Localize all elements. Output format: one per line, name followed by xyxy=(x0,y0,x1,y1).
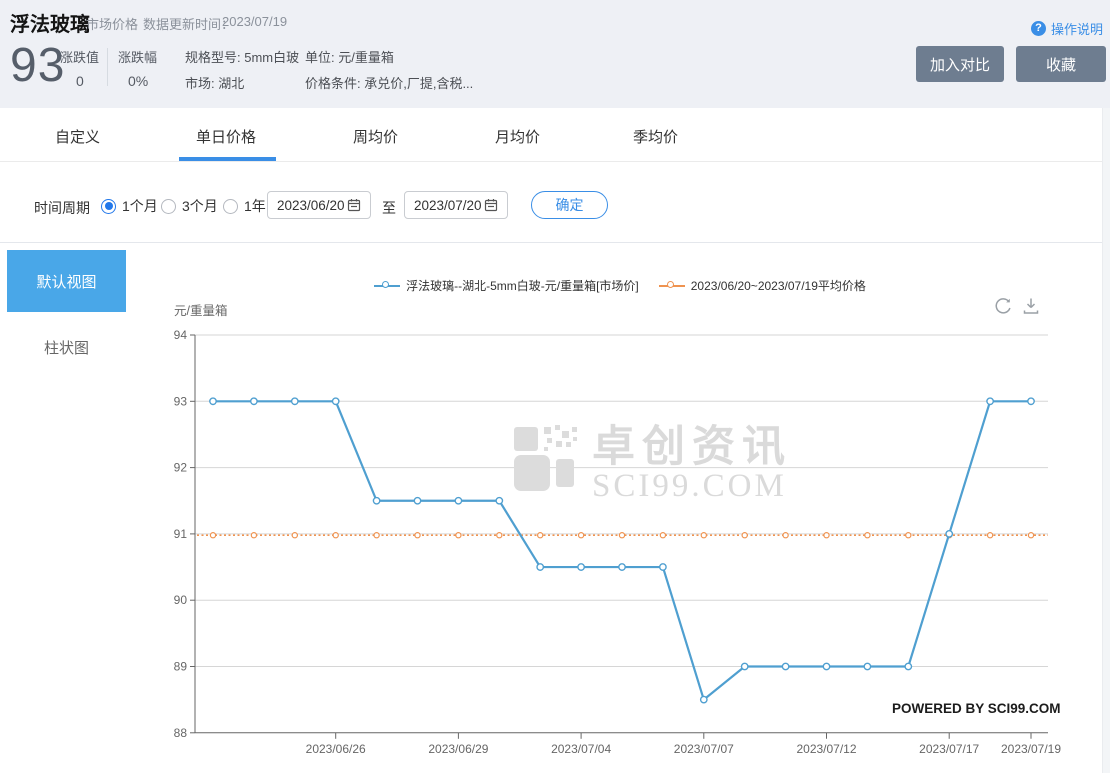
start-date-value: 2023/06/20 xyxy=(277,198,345,213)
change-pct-value: 0% xyxy=(128,73,148,89)
tab-monthly-avg[interactable]: 月均价 xyxy=(495,126,540,147)
start-date-input[interactable]: 2023/06/20 xyxy=(267,191,371,219)
svg-text:2023/07/12: 2023/07/12 xyxy=(796,742,856,756)
radio-unselected-icon xyxy=(223,199,238,214)
change-pct-label: 涨跌幅 xyxy=(118,47,157,66)
svg-text:91: 91 xyxy=(174,527,188,541)
svg-text:88: 88 xyxy=(174,726,188,740)
tab-daily-price[interactable]: 单日价格 xyxy=(196,126,256,147)
scrollbar[interactable] xyxy=(1102,108,1110,773)
page-title: 浮法玻璃 xyxy=(10,8,90,37)
radio-1-year[interactable]: 1年 xyxy=(223,196,266,216)
radio-3-month[interactable]: 3个月 xyxy=(161,196,218,216)
chart-panel: 默认视图 柱状图 浮法玻璃--湖北-5mm白玻-元/重量箱[市场价] 2023/… xyxy=(0,243,1110,773)
price-type-label: 市场价格 xyxy=(86,14,138,33)
help-link[interactable]: ? 操作说明 xyxy=(1031,19,1103,38)
favorite-button[interactable]: 收藏 xyxy=(1016,46,1106,82)
market-label: 市场: 湖北 xyxy=(185,73,244,92)
change-value: 0 xyxy=(76,73,84,89)
svg-text:92: 92 xyxy=(174,461,188,475)
tab-weekly-avg[interactable]: 周均价 xyxy=(353,126,398,147)
tab-quarterly-avg[interactable]: 季均价 xyxy=(633,126,678,147)
tab-bar: 自定义 单日价格 周均价 月均价 季均价 xyxy=(0,108,1110,162)
active-tab-indicator xyxy=(179,157,276,161)
svg-text:2023/07/07: 2023/07/07 xyxy=(674,742,734,756)
period-label: 时间周期 xyxy=(34,198,90,218)
help-label: 操作说明 xyxy=(1051,19,1103,38)
svg-text:2023/07/04: 2023/07/04 xyxy=(551,742,611,756)
svg-text:2023/06/26: 2023/06/26 xyxy=(306,742,366,756)
calendar-icon xyxy=(347,198,361,212)
divider xyxy=(107,48,108,86)
end-date-input[interactable]: 2023/07/20 xyxy=(404,191,508,219)
unit-label: 单位: 元/重量箱 xyxy=(305,47,394,66)
add-compare-button[interactable]: 加入对比 xyxy=(916,46,1004,82)
price-line-chart[interactable]: 94 93 92 91 90 89 88 2023/06/26 2023/06/29 2023/0… xyxy=(0,243,1110,773)
radio-1-month[interactable]: 1个月 xyxy=(101,196,158,216)
header: 浮法玻璃 市场价格 数据更新时间： 2023/07/19 ? 操作说明 93 涨… xyxy=(0,0,1110,108)
radio-unselected-icon xyxy=(161,199,176,214)
spec-label: 规格型号: 5mm白玻 xyxy=(185,47,299,66)
radio-label: 1个月 xyxy=(122,196,158,216)
tab-custom[interactable]: 自定义 xyxy=(55,126,100,147)
end-date-value: 2023/07/20 xyxy=(414,198,482,213)
svg-text:2023/06/29: 2023/06/29 xyxy=(428,742,488,756)
powered-by-label: POWERED BY SCI99.COM xyxy=(892,701,1061,716)
svg-text:90: 90 xyxy=(174,593,188,607)
radio-label: 3个月 xyxy=(182,196,218,216)
svg-text:93: 93 xyxy=(174,394,188,408)
svg-text:2023/07/19: 2023/07/19 xyxy=(1001,742,1061,756)
svg-text:94: 94 xyxy=(174,328,188,342)
date-range-to-label: 至 xyxy=(382,198,396,218)
current-price: 93 xyxy=(10,38,65,93)
price-condition-label: 价格条件: 承兑价,厂提,含税... xyxy=(305,73,473,92)
svg-text:2023/07/17: 2023/07/17 xyxy=(919,742,979,756)
change-label: 涨跌值 xyxy=(60,47,99,66)
update-time-label: 数据更新时间： xyxy=(143,14,234,33)
question-icon: ? xyxy=(1031,21,1046,36)
update-time-value: 2023/07/19 xyxy=(222,14,287,29)
radio-label: 1年 xyxy=(244,196,266,216)
filter-panel: 时间周期 1个月 3个月 1年 2023/06/20 至 2023/07/20 xyxy=(0,162,1110,243)
confirm-button[interactable]: 确定 xyxy=(531,191,608,219)
calendar-icon xyxy=(484,198,498,212)
svg-text:89: 89 xyxy=(174,660,188,674)
radio-selected-icon xyxy=(101,199,116,214)
